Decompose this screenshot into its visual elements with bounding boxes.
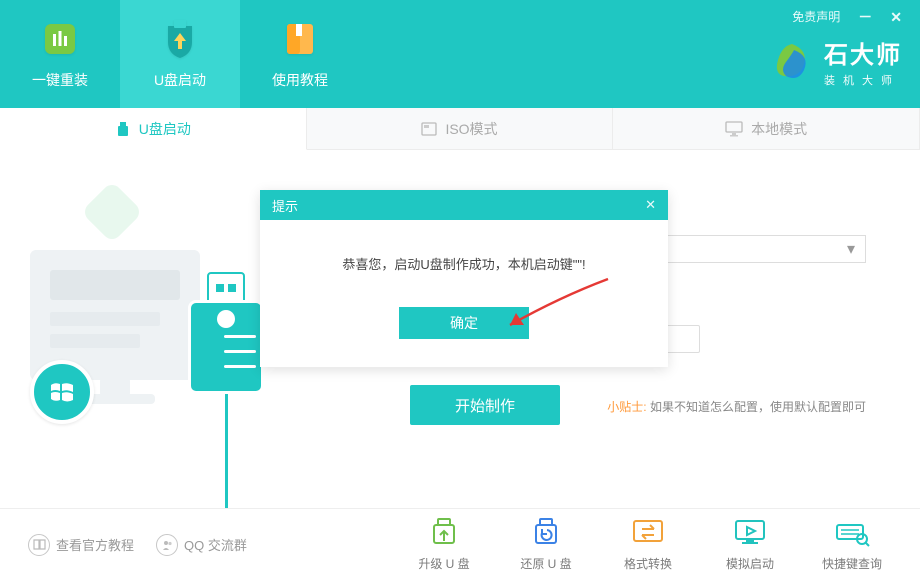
tool-label: 还原 U 盘 — [520, 555, 571, 572]
tool-upgrade-usb[interactable]: 升级 U 盘 — [404, 517, 484, 572]
nav-one-click-reinstall[interactable]: 一键重装 — [0, 0, 120, 108]
tool-simulate-boot[interactable]: 模拟启动 — [710, 517, 790, 572]
disclaimer-link[interactable]: 免责声明 — [792, 8, 840, 25]
mode-tab-iso[interactable]: ISO模式 — [307, 108, 614, 150]
link-label: QQ 交流群 — [184, 535, 247, 554]
start-make-button[interactable]: 开始制作 — [410, 385, 560, 425]
link-label: 查看官方教程 — [56, 535, 134, 554]
hint-prefix: 小贴士: — [607, 400, 646, 414]
tool-label: 格式转换 — [624, 555, 672, 572]
windows-icon — [30, 360, 94, 424]
mode-tab-label: 本地模式 — [751, 119, 807, 139]
tool-format-convert[interactable]: 格式转换 — [608, 517, 688, 572]
header-right: 免责声明 － ✕ 石大师 装机大师 — [770, 0, 920, 108]
dialog-message: 恭喜您，启动U盘制作成功，本机启动键""! — [280, 254, 648, 273]
dialog-close-button[interactable]: ✕ — [645, 197, 656, 213]
nav-label: 一键重装 — [32, 70, 88, 90]
dialog-ok-label: 确定 — [450, 313, 478, 333]
brand-logo-icon — [770, 40, 814, 84]
config-dropdown[interactable]: ▾ — [656, 235, 866, 263]
reinstall-icon — [39, 18, 81, 60]
book-icon — [279, 18, 321, 60]
monitor-icon — [725, 121, 743, 137]
mode-tab-label: U盘启动 — [139, 119, 191, 139]
dialog-ok-button[interactable]: 确定 — [399, 307, 529, 339]
dialog-title: 提示 — [272, 196, 298, 215]
simulate-boot-icon — [732, 517, 768, 549]
tool-label: 模拟启动 — [726, 555, 774, 572]
link-qq-group[interactable]: QQ 交流群 — [156, 534, 247, 556]
nav-label: U盘启动 — [154, 70, 206, 90]
hotkey-lookup-icon — [834, 517, 870, 549]
brand-subtitle: 装机大师 — [824, 72, 902, 88]
app-header: 一键重装 U盘启动 使用教程 免责声明 － ✕ 石大师 装机大师 — [0, 0, 920, 108]
tool-label: 快捷键查询 — [822, 555, 882, 572]
start-make-label: 开始制作 — [455, 395, 515, 416]
brand-title: 石大师 — [824, 35, 902, 70]
usb-shield-icon — [159, 18, 201, 60]
nav-usb-boot[interactable]: U盘启动 — [120, 0, 240, 108]
bottom-bar: 查看官方教程 QQ 交流群 升级 U 盘 还原 U 盘 格式转换 模拟启动 快捷… — [0, 508, 920, 580]
illustration — [20, 200, 290, 460]
usb-icon — [115, 121, 131, 137]
tool-hotkey-lookup[interactable]: 快捷键查询 — [812, 517, 892, 572]
brand: 石大师 装机大师 — [770, 35, 902, 88]
restore-usb-icon — [528, 517, 564, 549]
tool-restore-usb[interactable]: 还原 U 盘 — [506, 517, 586, 572]
nav-tutorials[interactable]: 使用教程 — [240, 0, 360, 108]
mode-tab-usb[interactable]: U盘启动 — [0, 108, 307, 150]
link-official-tutorials[interactable]: 查看官方教程 — [28, 534, 134, 556]
dialog: 提示 ✕ 恭喜您，启动U盘制作成功，本机启动键""! 确定 — [260, 190, 668, 367]
main-panel: ▾ 开始制作 小贴士: 如果不知道怎么配置，使用默认配置即可 提示 ✕ 恭喜您，… — [0, 150, 920, 508]
people-icon — [156, 534, 178, 556]
mode-tab-local[interactable]: 本地模式 — [613, 108, 920, 150]
iso-icon — [421, 121, 437, 137]
nav-label: 使用教程 — [272, 70, 328, 90]
book-open-icon — [28, 534, 50, 556]
tool-label: 升级 U 盘 — [418, 555, 469, 572]
hint-text: 如果不知道怎么配置，使用默认配置即可 — [650, 400, 866, 414]
upgrade-usb-icon — [426, 517, 462, 549]
format-convert-icon — [630, 517, 666, 549]
minimize-button[interactable]: － — [858, 10, 872, 24]
mode-tabs: U盘启动 ISO模式 本地模式 — [0, 108, 920, 150]
chevron-down-icon: ▾ — [847, 239, 855, 259]
hint-row: 小贴士: 如果不知道怎么配置，使用默认配置即可 — [607, 398, 866, 415]
dialog-titlebar: 提示 ✕ — [260, 190, 668, 220]
close-button[interactable]: ✕ — [890, 10, 902, 24]
mode-tab-label: ISO模式 — [445, 119, 497, 139]
